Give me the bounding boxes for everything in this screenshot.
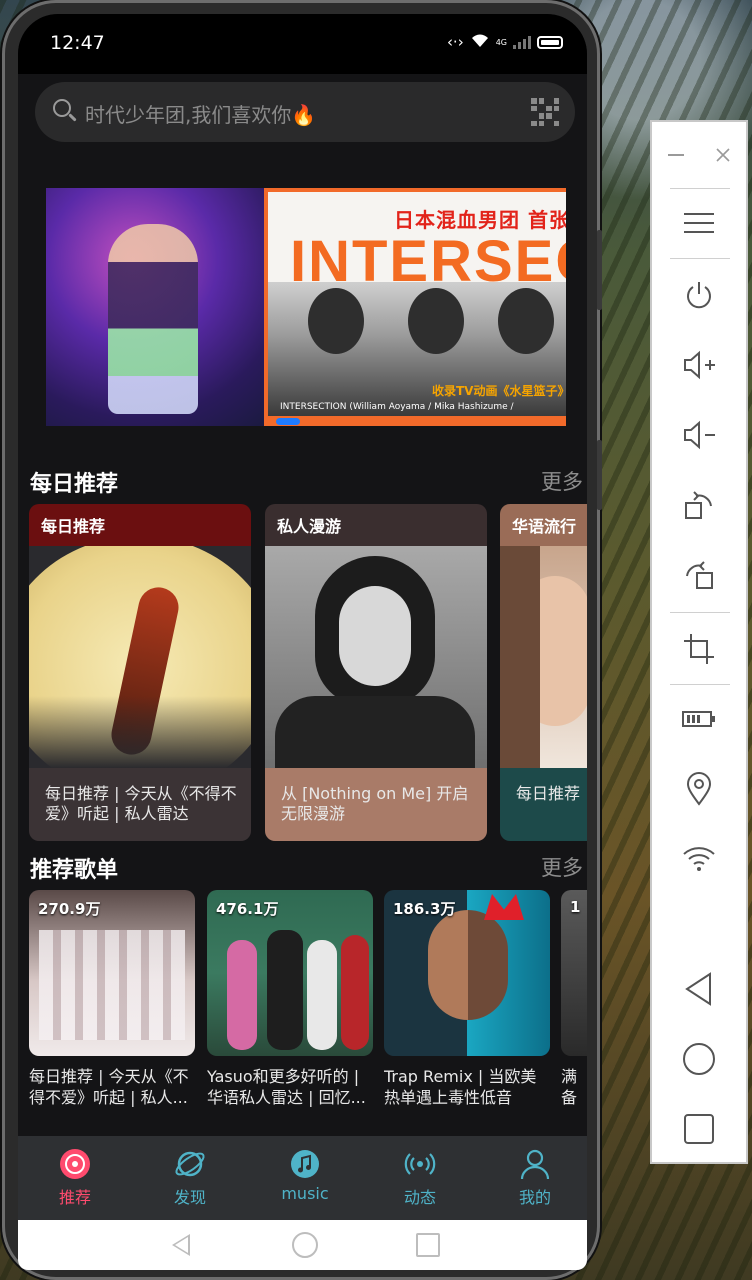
play-count: 476.1万 — [216, 900, 279, 918]
card-header: 每日推荐 — [29, 504, 251, 546]
rotate-left-icon[interactable] — [652, 550, 746, 600]
tab-label: 推荐 — [58, 1188, 91, 1207]
search-icon — [53, 99, 71, 117]
play-count: 270.9万 — [38, 900, 101, 918]
nav-recent-icon[interactable] — [416, 1233, 440, 1257]
home-icon[interactable] — [652, 1034, 746, 1084]
banner-image-singer[interactable] — [46, 188, 264, 426]
tab-label: 动态 — [403, 1188, 436, 1207]
daily-card[interactable]: 华语流行 每日推荐 | 今天从《不得不爱》听起 — [500, 504, 587, 841]
daily-card[interactable]: 每日推荐 每日推荐 | 今天从《不得不爱》听起 | 私人雷达 — [29, 504, 251, 841]
tab-music[interactable]: music — [265, 1148, 345, 1203]
playlist-cover: 1 — [561, 890, 587, 1056]
emulator-toolbar — [650, 120, 748, 1164]
rotate-right-icon[interactable] — [652, 480, 746, 530]
minimize-icon[interactable] — [652, 130, 699, 180]
close-icon[interactable] — [699, 130, 746, 180]
band-member — [498, 288, 554, 354]
wifi-icon[interactable] — [652, 834, 746, 884]
tab-mine[interactable]: 我的 — [495, 1148, 575, 1208]
search-placeholder: 时代少年团,我们喜欢你🔥 — [85, 103, 317, 127]
music-note-icon — [289, 1148, 321, 1180]
playlist-title: Trap Remix | 当欧美热单遇上毒性低音 — [384, 1067, 537, 1107]
card-description: 每日推荐 | 今天从《不得不爱》听起 | 私人雷达 — [29, 768, 251, 841]
daily-section-title: 每日推荐 — [30, 472, 119, 497]
playlist-title: 满 备 — [561, 1067, 578, 1107]
play-count: 1 — [570, 898, 581, 916]
playlist-cover: 270.9万 — [29, 890, 195, 1056]
planet-icon — [174, 1148, 206, 1180]
wifi-status-icon — [470, 32, 490, 52]
card-header: 华语流行 — [500, 504, 587, 546]
nav-back-icon[interactable] — [172, 1234, 190, 1256]
band-member — [408, 288, 464, 354]
battery-icon[interactable] — [652, 694, 746, 744]
playlist-cover: 186.3万 — [384, 890, 550, 1056]
banner-credits: INTERSECTION (William Aoyama / Mika Hash… — [280, 402, 514, 412]
playlist-item[interactable]: 1 满 备 — [561, 890, 587, 1108]
qr-scan-icon[interactable] — [531, 98, 559, 126]
carousel-indicator — [276, 418, 300, 425]
volume-down-icon[interactable] — [652, 410, 746, 460]
playlist-cover: 476.1万 — [207, 890, 373, 1056]
phone-frame: 12:47 ‹·› 4G 时代少年团,我们喜欢你🔥 日本混血男团 首张 INTE… — [2, 0, 602, 1280]
network-type: 4G — [495, 37, 507, 47]
banner-title: INTERSEC — [290, 229, 566, 294]
playlist-item[interactable]: 270.9万 每日推荐 | 今天从《不得不爱》听起 | 私人... — [29, 890, 195, 1108]
banner-caption: 收录TV动画《水星篮子》 — [432, 384, 566, 398]
tab-label: music — [281, 1184, 329, 1203]
card-image — [29, 546, 251, 768]
power-icon[interactable] — [652, 270, 746, 320]
tab-recommend[interactable]: 推荐 — [35, 1148, 115, 1208]
volume-button — [597, 230, 602, 310]
playlist-section-title: 推荐歌单 — [30, 858, 119, 883]
play-count: 186.3万 — [393, 900, 456, 918]
volume-up-icon[interactable] — [652, 340, 746, 390]
playlist-more-link[interactable]: 更多 — [541, 852, 583, 882]
overview-icon[interactable] — [652, 1104, 746, 1154]
playlist-title: 每日推荐 | 今天从《不得不爱》听起 | 私人... — [29, 1067, 189, 1107]
broadcast-icon — [404, 1148, 436, 1180]
playlist-item[interactable]: 186.3万 Trap Remix | 当欧美热单遇上毒性低音 — [384, 890, 550, 1108]
crop-icon[interactable] — [652, 624, 746, 674]
nav-home-icon[interactable] — [292, 1232, 318, 1258]
bottom-tab-bar: 推荐 发现 music 动态 我的 — [18, 1136, 587, 1220]
card-description: 从 [Nothing on Me] 开启无限漫游 — [265, 768, 487, 841]
system-nav-bar — [18, 1220, 587, 1270]
playlist-item[interactable]: 476.1万 Yasuo和更多好听的 | 华语私人雷达 | 回忆... — [207, 890, 373, 1108]
daily-more-link[interactable]: 更多 — [541, 466, 583, 496]
status-icons: ‹·› 4G — [447, 32, 563, 52]
power-button — [597, 440, 602, 510]
card-image — [500, 546, 587, 768]
signal-icon — [513, 35, 531, 49]
back-icon[interactable] — [652, 964, 746, 1014]
status-bar: 12:47 ‹·› 4G — [18, 14, 587, 74]
band-member — [308, 288, 364, 354]
disc-icon — [59, 1148, 91, 1180]
tab-activity[interactable]: 动态 — [380, 1148, 460, 1208]
playlist-title: Yasuo和更多好听的 | 华语私人雷达 | 回忆... — [207, 1067, 366, 1107]
app-screen: 12:47 ‹·› 4G 时代少年团,我们喜欢你🔥 日本混血男团 首张 INTE… — [18, 14, 587, 1270]
card-description: 每日推荐 | 今天从《不得不爱》听起 — [500, 768, 587, 841]
banner-image-intersection[interactable]: 日本混血男团 首张 INTERSEC 收录TV动画《水星篮子》 INTERSEC… — [264, 188, 566, 426]
daily-card[interactable]: 私人漫游 从 [Nothing on Me] 开启无限漫游 — [265, 504, 487, 841]
search-bar[interactable]: 时代少年团,我们喜欢你🔥 — [35, 82, 575, 142]
singer-figure — [108, 224, 198, 414]
menu-icon[interactable] — [652, 198, 746, 248]
tab-label: 发现 — [173, 1188, 206, 1207]
tab-discover[interactable]: 发现 — [150, 1148, 230, 1208]
battery-icon — [537, 35, 563, 49]
banner-carousel[interactable]: 日本混血男团 首张 INTERSEC 收录TV动画《水星篮子》 INTERSEC… — [46, 188, 566, 428]
card-header: 私人漫游 — [265, 504, 487, 546]
data-transfer-icon: ‹·› — [446, 33, 464, 51]
tab-label: 我的 — [518, 1188, 551, 1207]
location-icon[interactable] — [652, 764, 746, 814]
card-image — [265, 546, 487, 768]
user-icon — [519, 1148, 551, 1180]
status-time: 12:47 — [50, 32, 105, 54]
